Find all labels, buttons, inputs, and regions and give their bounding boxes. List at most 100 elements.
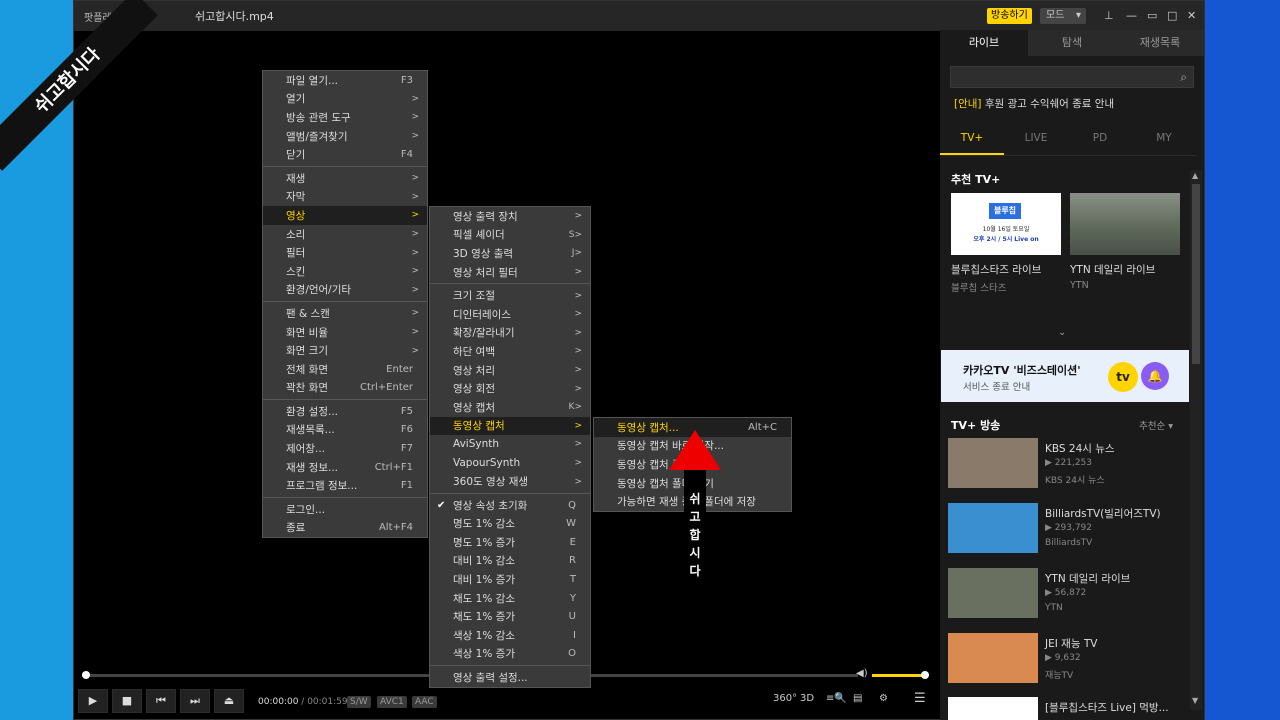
mode-button[interactable]: 모드 ▾ xyxy=(1040,8,1086,24)
next-button[interactable]: ⏭ xyxy=(180,689,210,713)
notice-link[interactable]: [안내] 후원 광고 수익쉐어 종료 안내 xyxy=(954,96,1114,111)
menu-icon[interactable]: ☰ xyxy=(914,691,926,706)
video-menu-item[interactable]: 픽셀 셰이더 S> xyxy=(430,226,590,245)
main-menu-item[interactable]: 파일 열기... F3 xyxy=(263,71,427,90)
main-menu-item[interactable]: 로그인... xyxy=(263,500,427,519)
search-icon[interactable]: ⌕ xyxy=(1180,70,1187,85)
subtab-pd[interactable]: PD xyxy=(1068,122,1132,155)
video-menu-label: 색상 1% 증가 xyxy=(453,648,515,661)
close-icon[interactable]: ✕ xyxy=(1187,9,1196,22)
panel-icon[interactable]: ▤ xyxy=(853,693,862,704)
main-menu-item[interactable]: 열기 > xyxy=(263,90,427,109)
main-menu-item[interactable]: 프로그램 정보... F1 xyxy=(263,476,427,495)
main-menu-item[interactable]: 방송 관련 도구 > xyxy=(263,108,427,127)
main-menu-item[interactable]: 팬 & 스캔 > xyxy=(263,304,427,323)
video-menu-item[interactable]: 하단 여백 > xyxy=(430,342,590,361)
video-menu-item[interactable]: 영상 처리 필터 > xyxy=(430,263,590,282)
rec-card[interactable]: YTN 데일리 라이브 YTN xyxy=(1070,193,1180,291)
channel-item[interactable]: BilliardsTV(빌리어즈TV) ▶ 293,792 BilliardsTV xyxy=(948,503,1188,555)
rec-card[interactable]: 블루칩 10월 16일 토요일 오후 2시 / 5시 Live on 블루칩스타… xyxy=(951,193,1061,294)
video-menu-item[interactable]: 영상 출력 설정... xyxy=(430,668,590,687)
expand-chevron-icon[interactable]: ⌄ xyxy=(1058,327,1066,338)
gear-icon[interactable]: ⚙ xyxy=(879,693,888,704)
main-menu-item[interactable]: 영상 > xyxy=(263,206,427,225)
restore-icon[interactable]: ▭ xyxy=(1147,9,1157,22)
video-menu-item[interactable]: 채도 1% 증가 U xyxy=(430,607,590,626)
main-menu-item[interactable]: 닫기 F4 xyxy=(263,145,427,164)
main-menu-item[interactable]: 종료 Alt+F4 xyxy=(263,519,427,538)
tab-explore[interactable]: 탐색 xyxy=(1028,30,1116,56)
tab-playlist[interactable]: 재생목록 xyxy=(1116,30,1204,56)
scroll-down-icon[interactable]: ▼ xyxy=(1192,696,1198,705)
3d-button[interactable]: 3D xyxy=(800,693,814,704)
subtab-my[interactable]: MY xyxy=(1132,122,1196,155)
video-menu-item[interactable]: 대비 1% 증가 T xyxy=(430,570,590,589)
seek-knob[interactable] xyxy=(82,671,90,679)
play-button[interactable]: ▶ xyxy=(78,689,108,713)
video-menu-item[interactable]: 영상 캡처 K> xyxy=(430,398,590,417)
video-menu-item[interactable]: 영상 출력 장치 > xyxy=(430,207,590,226)
main-menu-item[interactable]: 앨범/즐겨찾기 > xyxy=(263,127,427,146)
main-menu-item[interactable]: 꽉찬 화면 Ctrl+Enter xyxy=(263,379,427,398)
video-menu-item[interactable]: 색상 1% 감소 I xyxy=(430,626,590,645)
main-menu-item[interactable]: 화면 크기 > xyxy=(263,341,427,360)
video-menu-item[interactable]: 영상 회전 > xyxy=(430,379,590,398)
prev-button[interactable]: ⏮ xyxy=(146,689,176,713)
channel-item[interactable]: KBS 24시 뉴스 ▶ 221,253 KBS 24시 뉴스 xyxy=(948,438,1188,490)
main-menu-item[interactable]: 전체 화면 Enter xyxy=(263,360,427,379)
scroll-up-icon[interactable]: ▲ xyxy=(1192,171,1198,180)
search-input[interactable]: ⌕ xyxy=(950,66,1194,88)
video-menu-item[interactable]: 영상 처리 > xyxy=(430,361,590,380)
channel-thumbnail xyxy=(948,568,1038,618)
stop-button[interactable]: ■ xyxy=(112,689,142,713)
video-menu-item[interactable]: 3D 영상 출력 J> xyxy=(430,244,590,263)
video-menu-item[interactable]: 디인터레이스 > xyxy=(430,305,590,324)
panel-scroll-thumb[interactable] xyxy=(1192,184,1200,364)
codec-audio-badge[interactable]: AAC xyxy=(412,696,437,708)
video-menu-item[interactable]: 대비 1% 감소 R xyxy=(430,552,590,571)
tab-live[interactable]: 라이브 xyxy=(940,30,1028,56)
main-menu-item[interactable]: 화면 비율 > xyxy=(263,323,427,342)
subtab-tvplus[interactable]: TV+ xyxy=(940,122,1004,155)
main-menu-item[interactable]: 필터 > xyxy=(263,243,427,262)
channel-item[interactable]: [블루칩스타즈 Live] 먹방... xyxy=(948,697,1188,720)
video-menu-item[interactable]: VapourSynth > xyxy=(430,454,590,473)
main-menu-item[interactable]: 소리 > xyxy=(263,225,427,244)
codec-video-badge[interactable]: AVC1 xyxy=(377,696,407,708)
channel-item[interactable]: YTN 데일리 라이브 ▶ 56,872 YTN xyxy=(948,568,1188,620)
video-menu-item[interactable]: 명도 1% 증가 E xyxy=(430,533,590,552)
minimize-icon[interactable]: — xyxy=(1126,9,1137,22)
volume-icon[interactable]: ◀) xyxy=(856,668,868,679)
video-menu-item[interactable]: 명도 1% 감소 W xyxy=(430,515,590,534)
promo-banner[interactable]: 카카오TV '비즈스테이션' 서비스 종료 안내 tv 🔔 xyxy=(941,350,1189,402)
eject-button[interactable]: ⏏ xyxy=(214,689,244,713)
video-menu-item[interactable]: 360도 영상 재생 > xyxy=(430,472,590,491)
video-menu-item[interactable]: 크기 조절 > xyxy=(430,286,590,305)
main-menu-item[interactable]: 스킨 > xyxy=(263,262,427,281)
main-menu-item[interactable]: 제어창... F7 xyxy=(263,439,427,458)
video-menu-item[interactable]: ✔ 영상 속성 초기화 Q xyxy=(430,496,590,515)
video-menu-item[interactable]: 채도 1% 감소 Y xyxy=(430,589,590,608)
volume-knob[interactable] xyxy=(921,671,929,679)
video-menu-item[interactable]: 색상 1% 증가 O xyxy=(430,645,590,664)
channel-item[interactable]: JEI 재능 TV ▶ 9,632 재능TV xyxy=(948,633,1188,685)
vr-360-button[interactable]: 360° xyxy=(773,693,797,704)
subtab-live[interactable]: LIVE xyxy=(1004,122,1068,155)
maximize-icon[interactable]: □ xyxy=(1167,9,1177,22)
main-menu-item[interactable]: 환경 설정... F5 xyxy=(263,402,427,421)
sort-dropdown[interactable]: 추천순 ▾ xyxy=(1139,418,1173,432)
main-menu-item[interactable]: 재생 정보... Ctrl+F1 xyxy=(263,458,427,477)
video-menu-item[interactable]: AviSynth > xyxy=(430,435,590,454)
video-menu-item[interactable]: 확장/잘라내기 > xyxy=(430,324,590,343)
main-menu-item[interactable]: 재생목록... F6 xyxy=(263,421,427,440)
codec-sw-badge[interactable]: S/W xyxy=(347,696,371,708)
subtitle-search-icon[interactable]: ≡🔍 xyxy=(826,693,847,704)
video-menu-item[interactable]: 동영상 캡처 > xyxy=(430,416,590,436)
volume-bar[interactable] xyxy=(872,674,926,677)
pin-icon[interactable]: ⊥ xyxy=(1104,9,1114,22)
broadcast-button[interactable]: 방송하기 xyxy=(987,8,1032,24)
main-menu-item[interactable]: 재생 > xyxy=(263,169,427,188)
shortcut-label: Alt+F4 xyxy=(378,522,413,534)
main-menu-item[interactable]: 환경/언어/기타 > xyxy=(263,281,427,300)
main-menu-item[interactable]: 자막 > xyxy=(263,188,427,207)
